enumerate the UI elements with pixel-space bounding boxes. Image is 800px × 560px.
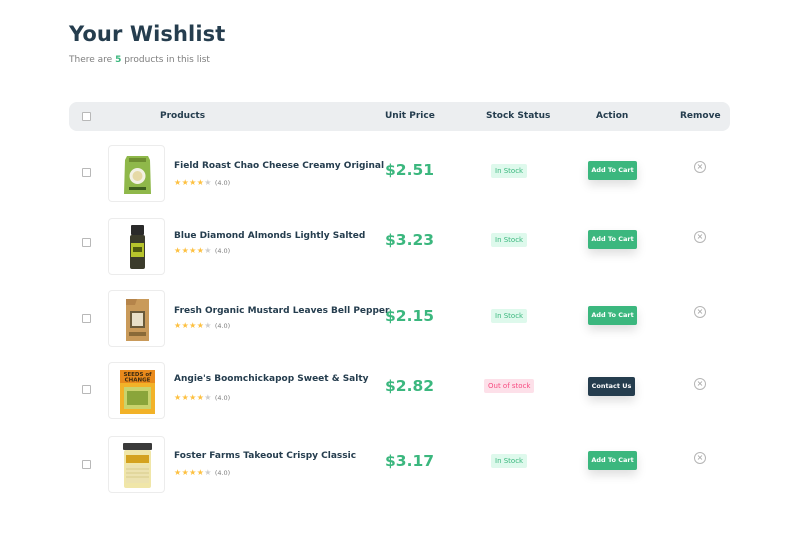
- rating-value: (4.0): [214, 179, 231, 187]
- add-to-cart-button[interactable]: Add To Cart: [588, 161, 637, 180]
- star-icon: ★: [181, 321, 189, 330]
- star-icon: ★: [174, 321, 182, 330]
- unit-price: $2.82: [385, 377, 435, 395]
- product-name[interactable]: Fresh Organic Mustard Leaves Bell Pepper: [174, 306, 389, 316]
- row-checkbox[interactable]: [82, 385, 91, 394]
- remove-icon[interactable]: ×: [694, 306, 706, 318]
- subtitle-prefix: There are: [69, 55, 116, 65]
- star-icon: ★: [174, 246, 182, 255]
- star-icon: ★: [189, 468, 197, 477]
- rating-value: (4.0): [214, 247, 231, 255]
- product-rating: ★ ★ ★ ★ ★ (4.0): [174, 178, 231, 188]
- packet-line2: CHANGE: [125, 378, 151, 384]
- subtitle-suffix: products in this list: [121, 55, 210, 65]
- star-icon: ★: [181, 468, 189, 477]
- star-icon: ★: [174, 178, 182, 187]
- product-image[interactable]: [108, 145, 165, 202]
- cheese-bag-icon: [124, 156, 151, 194]
- rating-value: (4.0): [214, 394, 231, 402]
- star-empty-icon: ★: [204, 321, 212, 330]
- star-icon: ★: [196, 246, 204, 255]
- product-name[interactable]: Blue Diamond Almonds Lightly Salted: [174, 231, 365, 241]
- rating-value: (4.0): [214, 322, 231, 330]
- table-row: SEEDS of CHANGE Angie's Boomchickapop Sw…: [69, 348, 730, 419]
- header-stock-status: Stock Status: [486, 111, 551, 121]
- stock-status-badge: In Stock: [491, 309, 528, 323]
- row-checkbox[interactable]: [82, 460, 91, 469]
- star-icon: ★: [196, 393, 204, 402]
- star-empty-icon: ★: [204, 246, 212, 255]
- row-checkbox[interactable]: [82, 238, 91, 247]
- star-icon: ★: [189, 178, 197, 187]
- product-image[interactable]: [108, 436, 165, 493]
- stock-status-badge: In Stock: [491, 164, 528, 178]
- container-jar-icon: [123, 443, 152, 488]
- star-icon: ★: [189, 393, 197, 402]
- star-icon: ★: [181, 246, 189, 255]
- unit-price: $2.51: [385, 161, 435, 179]
- add-to-cart-button[interactable]: Add To Cart: [588, 306, 637, 325]
- star-icon: ★: [189, 321, 197, 330]
- table-header: Products Unit Price Stock Status Action …: [69, 102, 730, 131]
- row-checkbox[interactable]: [82, 168, 91, 177]
- remove-icon[interactable]: ×: [694, 161, 706, 173]
- remove-icon[interactable]: ×: [694, 378, 706, 390]
- product-rating: ★ ★ ★ ★ ★ (4.0): [174, 321, 231, 331]
- product-image[interactable]: [108, 218, 165, 275]
- contact-us-button[interactable]: Contact Us: [588, 377, 635, 396]
- page-title: Your Wishlist: [69, 22, 226, 46]
- spice-jar-icon: [130, 225, 145, 269]
- paper-bag-icon: [126, 299, 149, 341]
- star-icon: ★: [189, 246, 197, 255]
- star-icon: ★: [174, 393, 182, 402]
- product-rating: ★ ★ ★ ★ ★ (4.0): [174, 246, 231, 256]
- product-name[interactable]: Angie's Boomchickapop Sweet & Salty: [174, 374, 369, 384]
- stock-status-badge: Out of stock: [484, 379, 535, 393]
- page-subtitle: There are 5 products in this list: [69, 55, 210, 65]
- star-empty-icon: ★: [204, 178, 212, 187]
- header-action: Action: [596, 111, 629, 121]
- star-empty-icon: ★: [204, 393, 212, 402]
- product-name[interactable]: Foster Farms Takeout Crispy Classic: [174, 451, 356, 461]
- star-icon: ★: [196, 468, 204, 477]
- star-icon: ★: [196, 321, 204, 330]
- star-icon: ★: [196, 178, 204, 187]
- table-row: Field Roast Chao Cheese Creamy Original …: [69, 138, 730, 208]
- table-row: Fresh Organic Mustard Leaves Bell Pepper…: [69, 278, 730, 348]
- add-to-cart-button[interactable]: Add To Cart: [588, 451, 637, 470]
- header-unit-price: Unit Price: [385, 111, 435, 121]
- remove-icon[interactable]: ×: [694, 452, 706, 464]
- add-to-cart-button[interactable]: Add To Cart: [588, 230, 637, 249]
- select-all-checkbox[interactable]: [82, 112, 91, 121]
- row-checkbox[interactable]: [82, 314, 91, 323]
- stock-status-badge: In Stock: [491, 233, 528, 247]
- product-image[interactable]: SEEDS of CHANGE: [108, 362, 165, 419]
- rating-value: (4.0): [214, 469, 231, 477]
- star-icon: ★: [181, 393, 189, 402]
- header-products: Products: [160, 111, 206, 121]
- remove-icon[interactable]: ×: [694, 231, 706, 243]
- star-icon: ★: [174, 468, 182, 477]
- seed-packet-icon: SEEDS of CHANGE: [120, 370, 155, 414]
- product-image[interactable]: [108, 290, 165, 347]
- header-remove: Remove: [680, 111, 721, 121]
- unit-price: $3.17: [385, 452, 435, 470]
- unit-price: $2.15: [385, 307, 435, 325]
- product-name[interactable]: Field Roast Chao Cheese Creamy Original: [174, 161, 384, 171]
- stock-status-badge: In Stock: [491, 454, 528, 468]
- table-row: Blue Diamond Almonds Lightly Salted ★ ★ ★ ★…: [69, 208, 730, 278]
- product-rating: ★ ★ ★ ★ ★ (4.0): [174, 468, 231, 478]
- product-rating: ★ ★ ★ ★ ★ (4.0): [174, 393, 231, 403]
- table-row: Foster Farms Takeout Crispy Classic ★ ★ ★ ★…: [69, 418, 730, 493]
- star-empty-icon: ★: [204, 468, 212, 477]
- unit-price: $3.23: [385, 231, 435, 249]
- star-icon: ★: [181, 178, 189, 187]
